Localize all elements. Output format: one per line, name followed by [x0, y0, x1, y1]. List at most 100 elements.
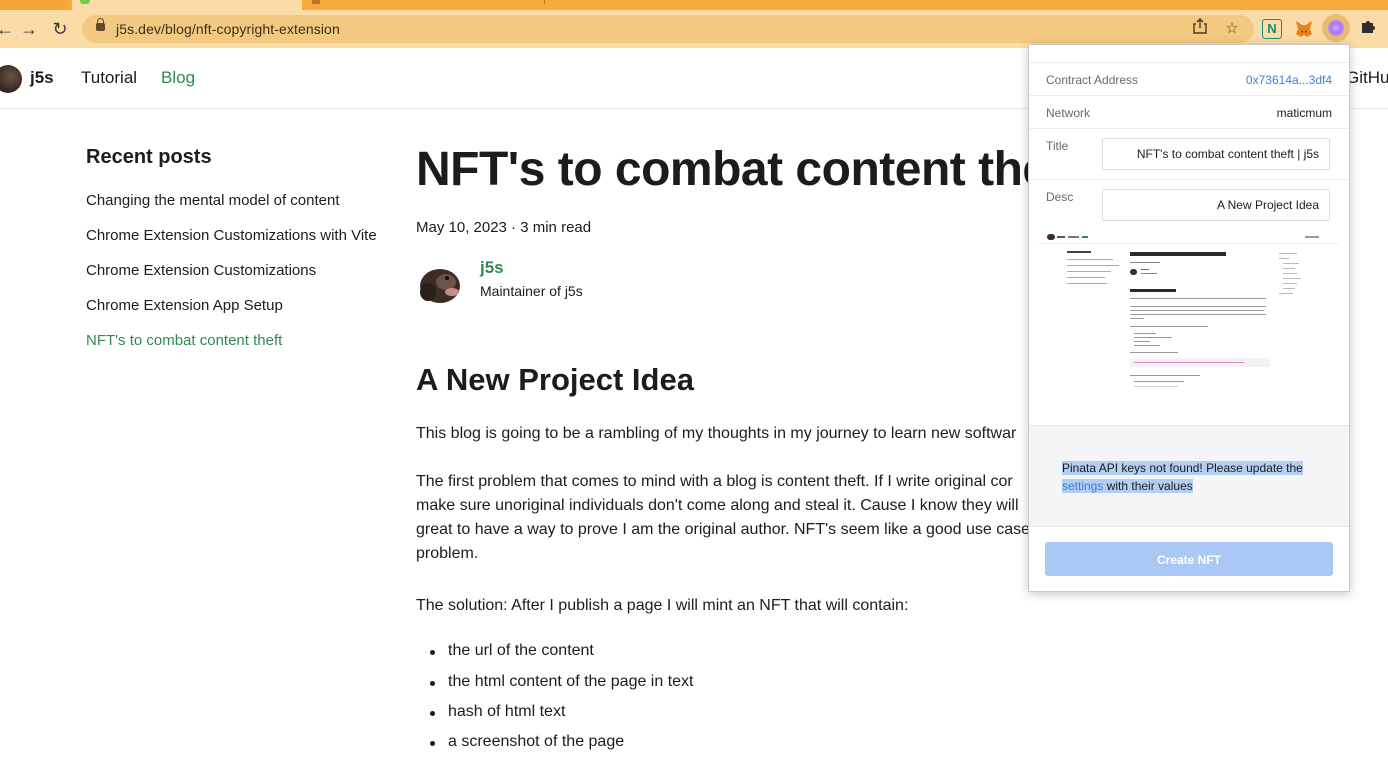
preview-bullet-line — [1134, 341, 1150, 342]
site-name[interactable]: j5s — [30, 68, 54, 88]
title-label: Title — [1046, 139, 1069, 153]
preview-text-line — [1130, 326, 1208, 327]
contract-address-link[interactable]: 0x73614a...3df4 — [1246, 73, 1332, 87]
tab-divider — [544, 0, 545, 4]
preview-toc-item — [1279, 293, 1293, 294]
paragraph-line: The solution: After I publish a page I w… — [416, 597, 909, 614]
preview-text-line — [1130, 352, 1178, 353]
nav-github[interactable]: GitHul — [1346, 68, 1388, 88]
paragraph-intro: This blog is going to be a rambling of m… — [416, 422, 1076, 446]
preview-toc-item — [1279, 258, 1289, 259]
author-role: Maintainer of j5s — [480, 283, 583, 299]
bullet-item: the url of the content — [430, 642, 594, 659]
site-logo-avatar[interactable] — [0, 65, 22, 93]
paragraph-line: This blog is going to be a rambling of m… — [416, 425, 1017, 442]
preview-text-line — [1130, 318, 1144, 319]
recent-post-link[interactable]: Chrome Extension Customizations — [86, 262, 316, 279]
preview-site-name — [1057, 236, 1065, 238]
tab-favicon-icon — [312, 0, 320, 4]
recent-post-link-active[interactable]: NFT's to combat content theft — [86, 332, 282, 349]
recent-post-link[interactable]: Chrome Extension App Setup — [86, 297, 283, 314]
create-nft-button[interactable]: Create NFT — [1045, 542, 1333, 576]
tab-strip — [0, 0, 1388, 10]
share-icon[interactable] — [1189, 18, 1211, 40]
preview-sidebar-item — [1067, 265, 1119, 266]
recent-post-link[interactable]: Chrome Extension Customizations with Vit… — [86, 227, 377, 244]
title-row: Title NFT's to combat content theft | j5… — [1029, 128, 1349, 180]
paragraph-line: problem. — [416, 545, 479, 562]
extensions-puzzle-icon[interactable] — [1359, 18, 1379, 38]
preview-bullet-line — [1134, 333, 1156, 334]
preview-toc-item — [1283, 273, 1297, 274]
bookmark-star-icon[interactable]: ☆ — [1221, 18, 1243, 40]
preview-toc-item — [1283, 263, 1299, 264]
preview-bullet-line — [1134, 386, 1178, 387]
preview-code-line — [1134, 362, 1244, 363]
preview-sidebar-item — [1067, 271, 1111, 272]
url-text[interactable]: j5s.dev/blog/nft-copyright-extension — [116, 21, 340, 37]
preview-divider — [1039, 243, 1339, 244]
preview-author-role — [1141, 273, 1157, 274]
warning-panel: Pinata API keys not found! Please update… — [1029, 425, 1349, 527]
tab-favicon-icon — [80, 0, 90, 4]
tab-inactive[interactable] — [312, 0, 1388, 10]
preview-avatar — [1047, 234, 1055, 240]
preview-sidebar-title — [1067, 251, 1091, 253]
bullet-item: the html content of the page in text — [430, 673, 694, 690]
extension-n-icon[interactable]: N — [1262, 19, 1282, 39]
reload-icon[interactable]: ↻ — [49, 18, 71, 40]
recent-post-link[interactable]: Changing the mental model of content — [86, 192, 340, 209]
preview-author-name — [1141, 269, 1149, 270]
tab-active[interactable] — [72, 0, 302, 10]
author-name[interactable]: j5s — [480, 258, 504, 278]
preview-article-title — [1130, 252, 1226, 256]
preview-sidebar-item — [1067, 259, 1113, 260]
nav-tutorial[interactable]: Tutorial — [81, 68, 137, 88]
paragraph-line: The first problem that comes to mind wit… — [416, 473, 1013, 490]
preview-bullet-line — [1134, 381, 1184, 382]
desc-input[interactable]: A New Project Idea — [1102, 189, 1330, 221]
recent-posts-heading: Recent posts — [86, 146, 212, 168]
preview-bullet-line — [1134, 345, 1160, 346]
nft-extension-icon[interactable] — [1322, 14, 1350, 42]
desc-row: Desc A New Project Idea — [1029, 179, 1349, 231]
preview-toc-item — [1283, 278, 1301, 279]
network-label: Network — [1046, 106, 1091, 120]
settings-link[interactable]: settings — [1062, 479, 1104, 493]
article-title: NFT's to combat content theft — [416, 143, 1080, 196]
preview-nav-active — [1082, 236, 1088, 238]
preview-text-line — [1130, 310, 1264, 311]
lock-icon[interactable] — [96, 18, 105, 31]
preview-toc-item — [1283, 268, 1295, 269]
forward-arrow-icon[interactable]: → — [18, 18, 40, 40]
paragraph-solution: The solution: After I publish a page I w… — [416, 594, 1076, 618]
preview-toc-item — [1283, 288, 1295, 289]
preview-toc-item — [1283, 283, 1297, 284]
network-value: maticmum — [1276, 106, 1332, 120]
preview-section-title — [1130, 289, 1176, 292]
preview-bullet-line — [1134, 337, 1172, 338]
back-arrow-icon[interactable]: ← — [0, 18, 16, 40]
preview-text-line — [1130, 306, 1266, 307]
nav-blog[interactable]: Blog — [161, 68, 195, 88]
warning-text-end: with their values — [1106, 479, 1193, 493]
contract-address-label: Contract Address — [1046, 73, 1139, 87]
preview-sidebar-item-active — [1067, 283, 1107, 284]
preview-github — [1305, 236, 1319, 238]
browser-toolbar: ← → ↻ j5s.dev/blog/nft-copyright-extensi… — [0, 10, 1388, 48]
bullet-item: a screenshot of the page — [429, 733, 625, 750]
preview-meta — [1130, 262, 1160, 263]
preview-author-avatar — [1130, 269, 1137, 275]
address-bar[interactable]: j5s.dev/blog/nft-copyright-extension ☆ — [82, 15, 1254, 43]
page-screenshot-preview — [1039, 231, 1339, 421]
paragraph-line: great to have a way to prove I am the or… — [416, 521, 1031, 538]
warning-text-start: Pinata API keys not found! Please update… — [1062, 461, 1303, 475]
title-input[interactable]: NFT's to combat content theft | j5s — [1102, 138, 1330, 170]
metamask-fox-icon[interactable] — [1294, 19, 1314, 39]
article-meta: May 10, 2023 · 3 min read — [416, 219, 592, 236]
contract-address-row: Contract Address 0x73614a...3df4 — [1029, 62, 1349, 96]
nft-extension-popup: Contract Address 0x73614a...3df4 Network… — [1028, 44, 1350, 592]
preview-nav — [1068, 236, 1079, 238]
tab-previous[interactable] — [0, 0, 66, 10]
paragraph-problem: The first problem that comes to mind wit… — [416, 470, 1076, 566]
